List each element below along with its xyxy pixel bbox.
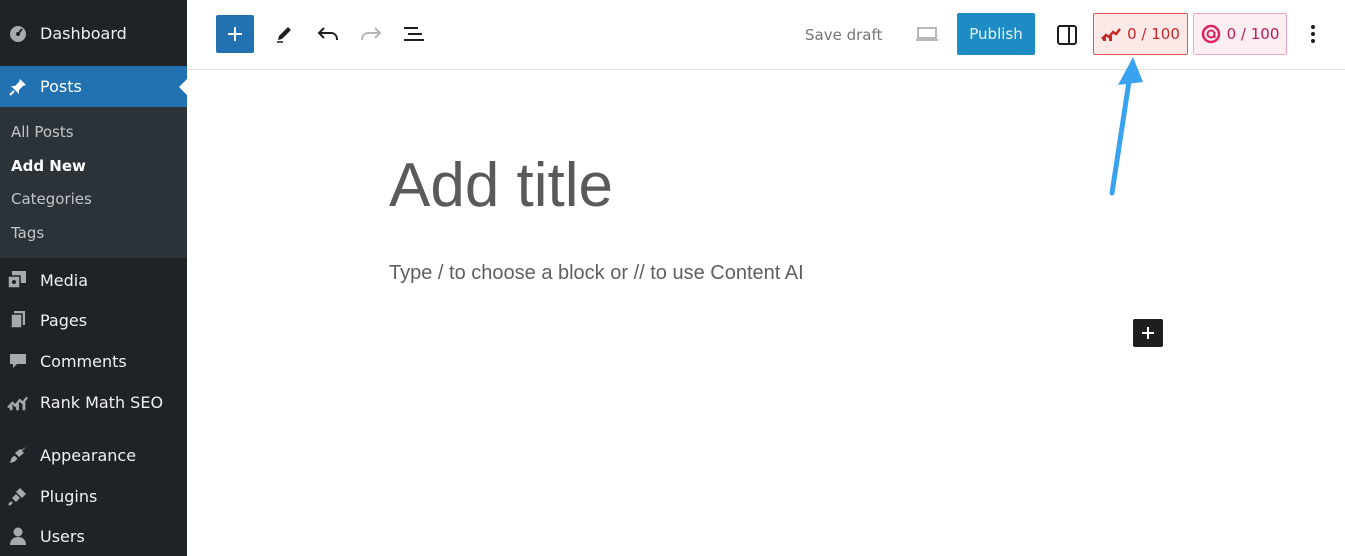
undo-icon: [317, 27, 338, 41]
submenu-all-posts[interactable]: All Posts: [11, 123, 74, 141]
admin-sidebar: Dashboard Posts All Posts Add New Catego…: [0, 0, 187, 556]
post-title-input[interactable]: Add title: [389, 150, 613, 221]
menu-label: Media: [40, 270, 89, 290]
more-vertical-icon: [1311, 25, 1315, 43]
menu-label: Plugins: [40, 486, 98, 506]
save-draft-button[interactable]: Save draft: [805, 18, 882, 52]
paintbrush-icon: [7, 444, 29, 466]
redo-button[interactable]: [359, 22, 383, 46]
plugin-icon: [7, 485, 29, 507]
pencil-icon: [277, 27, 291, 43]
menu-dashboard[interactable]: Dashboard: [0, 13, 187, 53]
menu-rank-math-seo[interactable]: Rank Math SEO: [0, 382, 187, 422]
menu-label: Dashboard: [40, 23, 127, 43]
inline-add-block-button[interactable]: [1133, 319, 1163, 347]
list-view-icon: [404, 27, 424, 41]
menu-appearance[interactable]: Appearance: [0, 435, 187, 475]
menu-comments[interactable]: Comments: [0, 341, 187, 381]
settings-sidebar-toggle[interactable]: [1054, 22, 1080, 48]
block-placeholder[interactable]: Type / to choose a block or // to use Co…: [389, 262, 804, 285]
menu-posts[interactable]: Posts: [0, 66, 187, 107]
plus-icon: [1142, 327, 1154, 339]
desktop-preview-icon: [916, 27, 938, 41]
annotation-arrow: [1109, 57, 1143, 196]
submenu-tags[interactable]: Tags: [11, 224, 44, 242]
pin-icon: [7, 76, 29, 98]
menu-pages[interactable]: Pages: [0, 300, 187, 340]
preview-button[interactable]: [914, 22, 940, 46]
plus-icon: [228, 27, 242, 41]
comment-icon: [7, 350, 29, 372]
options-button[interactable]: [1301, 22, 1325, 46]
seo-score-value: 0 / 100: [1127, 25, 1180, 43]
menu-label: Comments: [40, 351, 127, 371]
add-block-button[interactable]: [216, 15, 254, 53]
dashboard-icon: [7, 22, 29, 44]
redo-icon: [361, 27, 382, 41]
menu-label: Users: [40, 526, 85, 546]
tools-button[interactable]: [272, 22, 296, 46]
content-ai-score-value: 0 / 100: [1226, 25, 1280, 43]
menu-users[interactable]: Users: [0, 516, 187, 556]
content-ai-score-button[interactable]: 0 / 100: [1193, 13, 1287, 55]
publish-button[interactable]: Publish: [957, 13, 1035, 55]
document-overview-button[interactable]: [401, 22, 427, 46]
menu-label: Posts: [40, 77, 82, 96]
user-icon: [7, 525, 29, 547]
undo-button[interactable]: [316, 22, 340, 46]
menu-label: Rank Math SEO: [40, 392, 164, 412]
posts-submenu: All Posts Add New Categories Tags: [0, 107, 187, 258]
submenu-add-new[interactable]: Add New: [11, 157, 86, 175]
rank-math-icon: [1101, 27, 1122, 41]
menu-label: Pages: [40, 310, 88, 330]
menu-plugins[interactable]: Plugins: [0, 476, 187, 516]
rank-math-seo-score-button[interactable]: 0 / 100: [1093, 13, 1188, 55]
sidebar-toggle-icon: [1057, 25, 1077, 45]
submenu-categories[interactable]: Categories: [11, 190, 92, 208]
editor-toolbar: Save draft Publish 0 / 100 0 / 100: [187, 0, 1345, 70]
menu-label: Appearance: [40, 445, 137, 465]
pages-icon: [7, 309, 29, 331]
media-icon: [7, 269, 29, 291]
content-ai-icon: [1201, 24, 1221, 44]
rank-math-icon: [7, 391, 29, 413]
menu-media[interactable]: Media: [0, 260, 187, 300]
